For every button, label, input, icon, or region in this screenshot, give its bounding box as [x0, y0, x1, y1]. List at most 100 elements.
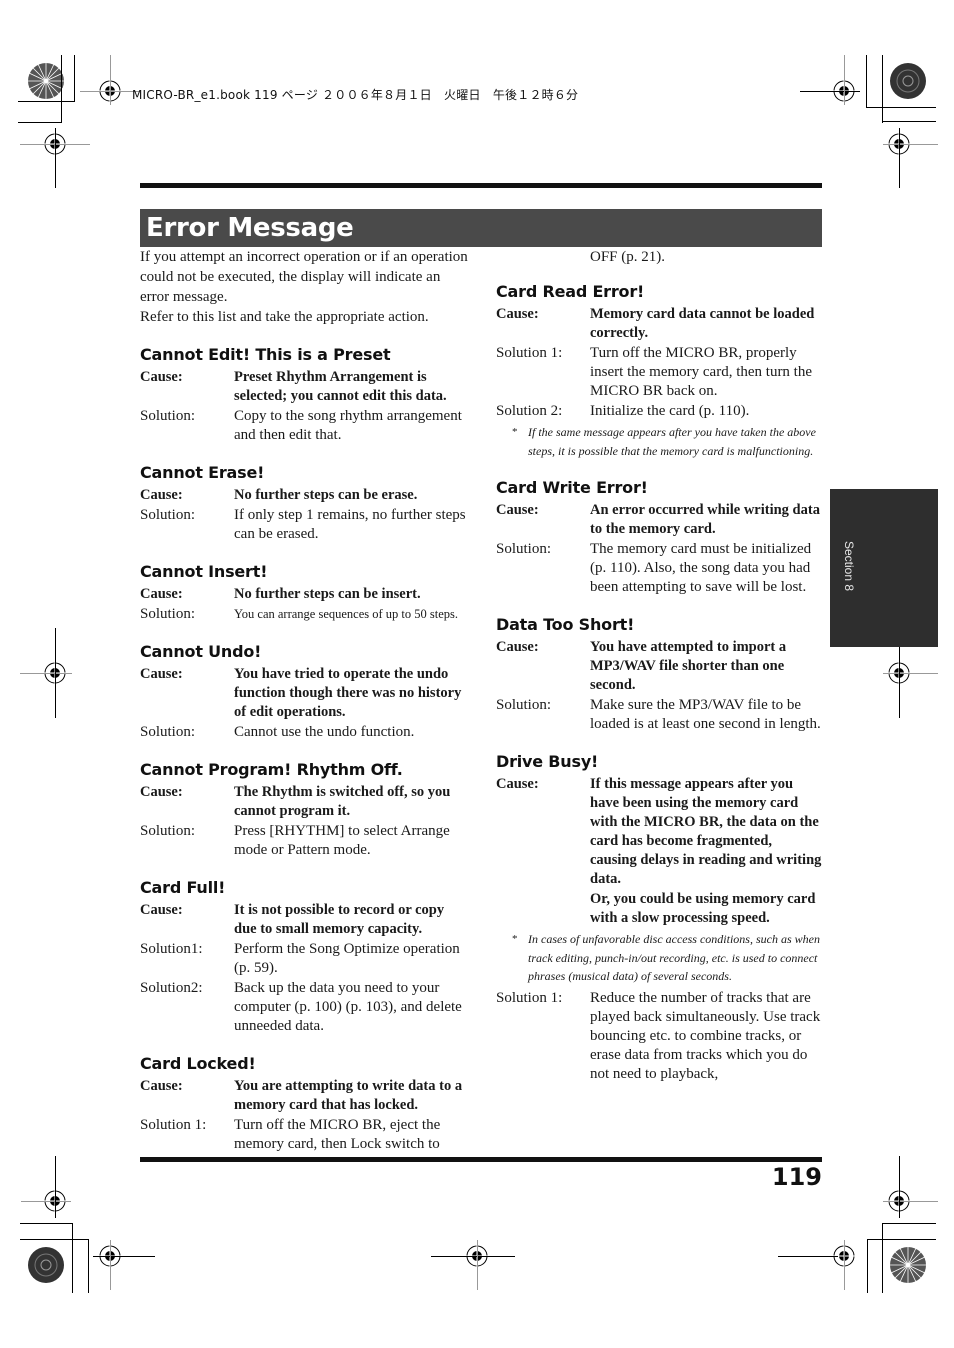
error-heading: Data Too Short!: [496, 615, 635, 634]
footnote: * If the same message appears after you h…: [512, 423, 822, 460]
error-entry: Cannot Edit! This is a Preset Cause: Prese…: [140, 345, 470, 445]
entry-row: Cause: Preset Rhythm Arrangement is selec…: [140, 368, 470, 406]
error-heading: Cannot Program! Rhythm Off.: [140, 760, 403, 779]
asterisk-icon: *: [512, 933, 518, 945]
trim-line: [74, 55, 75, 101]
footnote-text: If the same message appears after you ha…: [528, 425, 816, 458]
row-label: Cause:: [140, 369, 183, 385]
header-rule: [140, 183, 822, 188]
trim-line: [88, 1239, 89, 1293]
continued-text: OFF (p. 21).: [590, 249, 666, 265]
row-label: Cause:: [496, 639, 539, 655]
registration-line: [21, 1201, 71, 1202]
registration-line: [778, 1256, 838, 1257]
registration-line: [431, 1256, 515, 1257]
row-label: Solution 2:: [496, 403, 563, 419]
registration-disc-icon: [27, 62, 65, 100]
registration-line: [110, 1240, 111, 1290]
row-text: It is not possible to record or copy due…: [234, 902, 445, 937]
row-label: Solution2:: [140, 980, 203, 996]
error-entry: Cannot Insert! Cause: No further steps can…: [140, 562, 470, 624]
left-entries: Cannot Edit! This is a Preset Cause: Prese…: [140, 345, 470, 1154]
footnote: * In cases of unfavorable disc access con…: [512, 930, 822, 986]
entry-row: Cause: An error occurred while writing da…: [496, 501, 822, 539]
error-heading: Card Locked!: [140, 1054, 256, 1073]
row-label: Solution:: [140, 507, 196, 523]
row-label: Solution:: [140, 823, 196, 839]
row-text: Turn off the MICRO BR, properly insert t…: [590, 345, 813, 399]
row-text: No further steps can be insert.: [234, 586, 421, 602]
trim-line: [882, 55, 883, 123]
row-text: An error occurred while writing data to …: [590, 502, 820, 537]
row-text: If this message appears after you have b…: [590, 776, 822, 887]
registration-disc-icon: [889, 1246, 927, 1284]
page-title: Error Message: [146, 213, 354, 243]
right-entries: Card Read Error! Cause: Memory card data c…: [496, 282, 822, 1084]
entry-row: Solution: If only step 1 remains, no furt…: [140, 506, 470, 544]
error-entry: Data Too Short! Cause: You have attempted …: [496, 615, 822, 734]
trim-line: [20, 1239, 88, 1240]
error-entry: Cannot Erase! Cause: No further steps can …: [140, 463, 470, 544]
footnote-text: In cases of unfavorable disc access cond…: [528, 932, 820, 983]
row-text: Perform the Song Optimize operation (p. …: [234, 941, 460, 976]
entry-row: Solution: Copy to the song rhythm arrange…: [140, 407, 470, 445]
row-label: Cause:: [140, 487, 183, 503]
registration-disc-icon: [27, 1246, 65, 1284]
right-column: OFF (p. 21). Card Read Error! Cause: Memor…: [496, 247, 822, 1085]
trim-line: [867, 1239, 936, 1240]
error-heading: Cannot Insert!: [140, 562, 268, 581]
entry-row: Solution1: Perform the Song Optimize oper…: [140, 940, 470, 978]
row-text: You are attempting to write data to a me…: [234, 1078, 463, 1113]
row-label: Cause:: [140, 1078, 183, 1094]
page-number: 119: [771, 1163, 822, 1191]
row-label: Solution:: [140, 408, 196, 424]
row-text: You can arrange sequences of up to 50 st…: [234, 607, 459, 621]
trim-line: [866, 55, 867, 107]
row-text: The memory card must be initialized (p. …: [590, 541, 812, 595]
error-heading: Card Read Error!: [496, 282, 645, 301]
row-text: Initialize the card (p. 110).: [590, 403, 750, 419]
registration-line: [55, 1156, 56, 1218]
trim-line: [882, 1223, 936, 1224]
registration-line: [20, 673, 72, 674]
error-entry: Card Read Error! Cause: Memory card data c…: [496, 282, 822, 460]
row-label: Solution:: [140, 724, 196, 740]
row-text: Or, you could be using memory card with …: [590, 891, 816, 926]
intro: If you attempt an incorrect operation or…: [140, 247, 470, 327]
print-slug: MICRO-BR_e1.book 119 ページ ２００６年８月１日 火曜日 午…: [132, 88, 579, 102]
registration-disc-icon: [889, 62, 927, 100]
row-text: You have tried to operate the undo funct…: [234, 666, 462, 720]
entry-row: Solution 2: Initialize the card (p. 110).: [496, 402, 822, 421]
entry-row: Solution2: Back up the data you need to y…: [140, 979, 470, 1036]
row-label: Solution:: [496, 697, 552, 713]
entry-row: Or, you could be using memory card with …: [496, 890, 822, 928]
row-text: Turn off the MICRO BR, eject the memory …: [234, 1117, 441, 1152]
error-heading: Cannot Erase!: [140, 463, 265, 482]
error-entry: Card Full! Cause: It is not possible to re…: [140, 878, 470, 1036]
entry-row: Cause: If this message appears after you …: [496, 775, 822, 889]
entry-row: Cause: No further steps can be erase.: [140, 486, 470, 505]
row-label: Solution 1:: [496, 989, 563, 1006]
entry-row: Solution 1: Reduce the number of tracks t…: [496, 989, 822, 1084]
title-bar: Error Message: [140, 209, 822, 247]
registration-line: [883, 673, 938, 674]
entry-row: Solution: Cannot use the undo function.: [140, 723, 470, 742]
entry-row: Solution: You can arrange sequences of up…: [140, 605, 470, 624]
row-text: Make sure the MP3/WAV file to be loaded …: [590, 697, 821, 732]
entry-row: Cause: No further steps can be insert.: [140, 585, 470, 604]
left-column: If you attempt an incorrect operation or…: [140, 247, 470, 1155]
row-label: Solution:: [140, 606, 196, 622]
section-tab-label: Section 8: [842, 541, 856, 592]
row-text: Memory card data cannot be loaded correc…: [590, 306, 815, 341]
entry-row: Cause: You have tried to operate the undo…: [140, 665, 470, 722]
error-heading: Drive Busy!: [496, 752, 599, 771]
error-entry: Card Write Error! Cause: An error occurred…: [496, 478, 822, 597]
asterisk-icon: *: [512, 426, 518, 438]
entry-row: Cause: You are attempting to write data t…: [140, 1077, 470, 1115]
intro-paragraph: If you attempt an incorrect operation or…: [140, 249, 468, 305]
registration-line: [800, 91, 860, 92]
registration-line: [110, 55, 111, 105]
registration-line: [883, 144, 938, 145]
entry-row: Solution: Make sure the MP3/WAV file to b…: [496, 696, 822, 734]
trim-line: [882, 121, 936, 122]
